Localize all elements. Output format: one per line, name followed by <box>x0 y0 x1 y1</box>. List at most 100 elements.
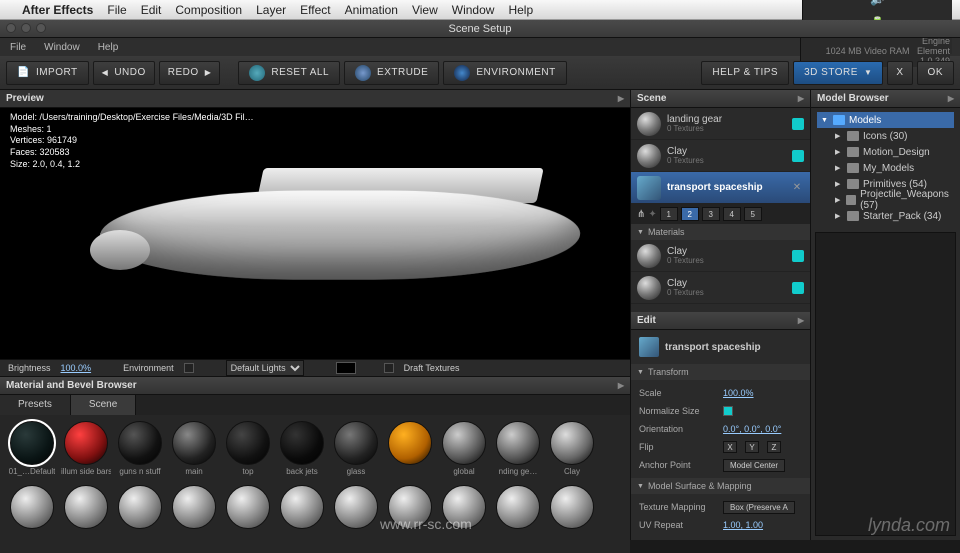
remove-icon[interactable]: ✕ <box>790 182 804 193</box>
material-swatch[interactable]: illum side bars <box>60 421 112 483</box>
material-item[interactable]: Clay0 Textures <box>631 240 810 272</box>
material-swatch[interactable] <box>114 485 166 547</box>
undo-button[interactable]: ◀UNDO <box>93 61 155 85</box>
menu-layer[interactable]: Layer <box>256 3 286 17</box>
visibility-toggle[interactable] <box>792 282 804 294</box>
group-2[interactable]: 2 <box>681 207 699 221</box>
flip-y[interactable]: Y <box>745 441 759 453</box>
visibility-toggle[interactable] <box>792 250 804 262</box>
material-browser-panel: Material and Bevel Browser▶ Presets Scen… <box>0 377 630 553</box>
uv-repeat-value[interactable]: 1.00, 1.00 <box>723 520 763 530</box>
plugin-help[interactable]: Help <box>98 42 119 53</box>
tree-node[interactable]: ▶My_Models <box>817 160 954 176</box>
material-swatch[interactable]: back jets <box>276 421 328 483</box>
plugin-window[interactable]: Window <box>44 42 80 53</box>
app-name[interactable]: After Effects <box>22 3 93 17</box>
flip-z[interactable]: Z <box>767 441 781 453</box>
redo-button[interactable]: REDO▶ <box>159 61 221 85</box>
menu-animation[interactable]: Animation <box>345 3 398 17</box>
visibility-toggle[interactable] <box>792 150 804 162</box>
sphere-icon <box>637 112 661 136</box>
scene-item[interactable]: Clay0 Textures <box>631 140 810 172</box>
tree-root[interactable]: ▼Models <box>817 112 954 128</box>
material-swatch[interactable] <box>330 485 382 547</box>
material-swatch[interactable] <box>222 485 274 547</box>
scene-item[interactable]: landing gear0 Textures <box>631 108 810 140</box>
material-swatch[interactable]: top <box>222 421 274 483</box>
tab-presets[interactable]: Presets <box>0 395 71 415</box>
material-swatch[interactable]: Clay <box>546 421 598 483</box>
material-swatch[interactable] <box>276 485 328 547</box>
materials-header[interactable]: ▼Materials <box>631 224 810 240</box>
preview-panel[interactable]: Preview▶ Model: /Users/training/Desktop/… <box>0 90 630 360</box>
env-checkbox[interactable] <box>184 363 194 373</box>
model-preview-area <box>815 232 956 536</box>
close-dot[interactable] <box>6 23 16 33</box>
texmap-dropdown[interactable]: Box (Preserve A <box>723 501 795 514</box>
tree-node[interactable]: ▶Icons (30) <box>817 128 954 144</box>
help-tips-button[interactable]: HELP & TIPS <box>701 61 789 85</box>
group-3[interactable]: 3 <box>702 207 720 221</box>
flip-x[interactable]: X <box>723 441 737 453</box>
share-icon[interactable]: ⋔ <box>637 209 645 220</box>
lights-dropdown[interactable]: Default Lights <box>226 360 304 376</box>
menu-window[interactable]: Window <box>452 3 495 17</box>
material-swatch[interactable] <box>168 485 220 547</box>
tree-node[interactable]: ▶Projectile_Weapons (57) <box>817 192 954 208</box>
plugin-file[interactable]: File <box>10 42 26 53</box>
menu-file[interactable]: File <box>107 3 126 17</box>
tree-node[interactable]: ▶Motion_Design <box>817 144 954 160</box>
globe-icon <box>454 65 470 81</box>
tab-scene[interactable]: Scene <box>71 395 136 415</box>
menu-edit[interactable]: Edit <box>141 3 162 17</box>
anchor-button[interactable]: Model Center <box>723 459 785 472</box>
material-swatch[interactable]: nding ge… <box>492 421 544 483</box>
group-5[interactable]: 5 <box>744 207 762 221</box>
orientation-value[interactable]: 0.0°, 0.0°, 0.0° <box>723 424 781 434</box>
bg-color-swatch[interactable] <box>336 362 356 374</box>
material-swatch[interactable] <box>6 485 58 547</box>
import-button[interactable]: 📄IMPORT <box>6 61 89 85</box>
material-swatch[interactable]: guns n stuff <box>114 421 166 483</box>
material-item[interactable]: Clay0 Textures <box>631 272 810 304</box>
scene-item-active[interactable]: transport spaceship ✕ <box>631 172 810 204</box>
min-dot[interactable] <box>21 23 31 33</box>
environment-button[interactable]: ENVIRONMENT <box>443 61 566 85</box>
material-swatch[interactable]: global <box>438 421 490 483</box>
folder-icon <box>846 195 856 205</box>
group-4[interactable]: 4 <box>723 207 741 221</box>
tree-node[interactable]: ▶Starter_Pack (34) <box>817 208 954 224</box>
ok-button[interactable]: OK <box>917 61 954 85</box>
reset-all-button[interactable]: RESET ALL <box>238 61 340 85</box>
menu-help[interactable]: Help <box>508 3 533 17</box>
close-x-button[interactable]: X <box>887 61 912 85</box>
collapse-icon[interactable]: ▶ <box>618 381 624 390</box>
3d-store-button[interactable]: 3D STORE▼ <box>793 61 883 85</box>
group-1[interactable]: 1 <box>660 207 678 221</box>
transform-header[interactable]: ▼Transform <box>631 364 810 380</box>
menu-composition[interactable]: Composition <box>175 3 242 17</box>
material-swatch[interactable] <box>384 485 436 547</box>
menu-view[interactable]: View <box>412 3 438 17</box>
collapse-icon[interactable]: ▶ <box>618 94 624 103</box>
menu-effect[interactable]: Effect <box>300 3 330 17</box>
material-swatch[interactable]: main <box>168 421 220 483</box>
scale-value[interactable]: 100.0% <box>723 388 754 398</box>
material-swatch[interactable] <box>384 421 436 483</box>
visibility-toggle[interactable] <box>792 118 804 130</box>
volume-icon[interactable]: 🔊 <box>870 0 885 6</box>
link-icon[interactable]: ✦ <box>648 209 656 220</box>
normalize-checkbox[interactable] <box>723 406 733 416</box>
material-swatch[interactable] <box>546 485 598 547</box>
material-swatch[interactable] <box>438 485 490 547</box>
material-swatch[interactable]: glass <box>330 421 382 483</box>
material-swatch[interactable]: 01_…Default <box>6 421 58 483</box>
brightness-value[interactable]: 100.0% <box>61 363 92 373</box>
zoom-dot[interactable] <box>36 23 46 33</box>
preview-controls: Brightness 100.0% Environment Default Li… <box>0 360 630 377</box>
extrude-button[interactable]: EXTRUDE <box>344 61 439 85</box>
material-swatch[interactable] <box>60 485 112 547</box>
draft-checkbox[interactable] <box>384 363 394 373</box>
surface-header[interactable]: ▼Model Surface & Mapping <box>631 478 810 494</box>
material-swatch[interactable] <box>492 485 544 547</box>
